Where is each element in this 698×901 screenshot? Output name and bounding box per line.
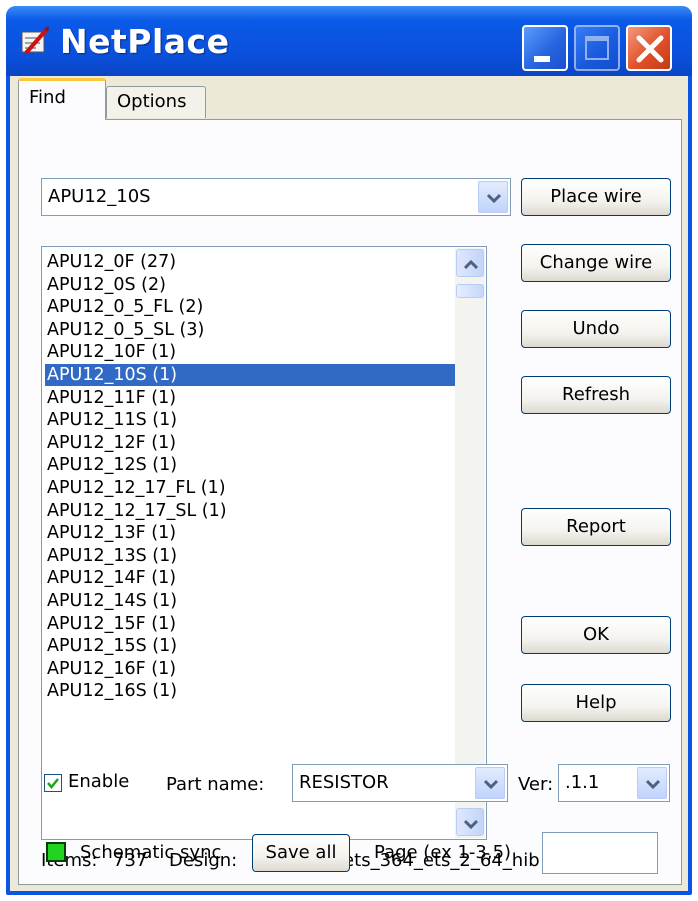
list-item[interactable]: APU12_15F (1) <box>45 613 457 635</box>
net-list-scrollbar[interactable] <box>455 248 485 838</box>
checkmark-icon <box>47 778 59 789</box>
list-item[interactable]: APU12_14F (1) <box>45 567 457 589</box>
close-button[interactable] <box>626 25 672 71</box>
scroll-thumb[interactable] <box>456 284 484 298</box>
net-list[interactable]: APU12_0F (27) APU12_0S (2) APU12_0_5_FL (2… <box>41 246 487 840</box>
report-button[interactable]: Report <box>521 508 671 546</box>
ver-value: .1.1 <box>565 772 600 793</box>
net-combo-value: APU12_10S <box>48 186 151 207</box>
close-icon <box>636 35 664 63</box>
net-combo-dropdown-button[interactable] <box>478 181 508 213</box>
part-name-combo[interactable]: RESISTOR <box>292 764 508 802</box>
undo-button[interactable]: Undo <box>521 310 671 348</box>
list-item[interactable]: APU12_10F (1) <box>45 341 457 363</box>
list-item[interactable]: APU12_12S (1) <box>45 454 457 476</box>
chevron-down-icon <box>487 193 501 203</box>
enable-label: Enable <box>68 771 130 792</box>
tab-find[interactable]: Find <box>18 78 106 120</box>
dialog-client-area: Find Options APU12_10S Place wire Change… <box>10 76 688 891</box>
list-item[interactable]: APU12_0S (2) <box>45 274 457 296</box>
chevron-down-icon <box>646 779 660 789</box>
list-item[interactable]: APU12_11S (1) <box>45 409 457 431</box>
chevron-down-icon <box>484 779 498 789</box>
list-item[interactable]: APU12_11F (1) <box>45 387 457 409</box>
ok-button[interactable]: OK <box>521 616 671 654</box>
window-title: NetPlace <box>60 22 230 61</box>
enable-checkbox[interactable] <box>44 774 62 792</box>
list-item[interactable]: APU12_16F (1) <box>45 658 457 680</box>
list-item[interactable]: APU12_12_17_FL (1) <box>45 477 457 499</box>
list-item[interactable]: APU12_16S (1) <box>45 680 457 702</box>
minimize-button[interactable] <box>522 25 568 71</box>
list-item[interactable]: APU12_0F (27) <box>45 251 457 273</box>
schematic-sync-indicator <box>46 842 66 862</box>
list-item[interactable]: APU12_0_5_FL (2) <box>45 296 457 318</box>
scroll-up-button[interactable] <box>456 249 484 277</box>
list-item[interactable]: APU12_15S (1) <box>45 635 457 657</box>
list-item[interactable]: APU12_10S (1) <box>45 364 457 386</box>
list-item[interactable]: APU12_13F (1) <box>45 522 457 544</box>
maximize-icon <box>585 36 609 60</box>
netplace-window: NetPlace Find Options APU12_10S Place wi… <box>6 6 692 895</box>
part-name-label: Part name: <box>166 774 265 795</box>
list-item[interactable]: APU12_12F (1) <box>45 432 457 454</box>
change-wire-button[interactable]: Change wire <box>521 244 671 282</box>
chevron-down-icon <box>464 819 478 829</box>
title-bar[interactable]: NetPlace <box>6 6 692 76</box>
netplace-app-icon <box>21 27 49 55</box>
page-input[interactable] <box>542 832 658 874</box>
maximize-button[interactable] <box>574 25 620 71</box>
schematic-sync-label: Schematic sync <box>80 842 222 863</box>
page-label: Page (ex 1-3,5) <box>374 842 512 863</box>
net-combo[interactable]: APU12_10S <box>41 178 511 216</box>
tab-options[interactable]: Options <box>106 86 206 118</box>
part-name-dropdown-button[interactable] <box>475 767 505 799</box>
minimize-icon <box>534 56 550 62</box>
save-all-button[interactable]: Save all <box>252 834 350 872</box>
ver-dropdown-button[interactable] <box>637 767 667 799</box>
list-item[interactable]: APU12_0_5_SL (3) <box>45 319 457 341</box>
help-button[interactable]: Help <box>521 684 671 722</box>
scroll-down-button[interactable] <box>456 808 484 836</box>
ver-combo[interactable]: .1.1 <box>558 764 670 802</box>
ver-label: Ver: <box>518 774 554 795</box>
place-wire-button[interactable]: Place wire <box>521 178 671 216</box>
part-name-value: RESISTOR <box>299 772 389 793</box>
list-item[interactable]: APU12_13S (1) <box>45 545 457 567</box>
refresh-button[interactable]: Refresh <box>521 376 671 414</box>
list-item[interactable]: APU12_12_17_SL (1) <box>45 500 457 522</box>
list-item[interactable]: APU12_14S (1) <box>45 590 457 612</box>
chevron-up-icon <box>464 260 478 270</box>
